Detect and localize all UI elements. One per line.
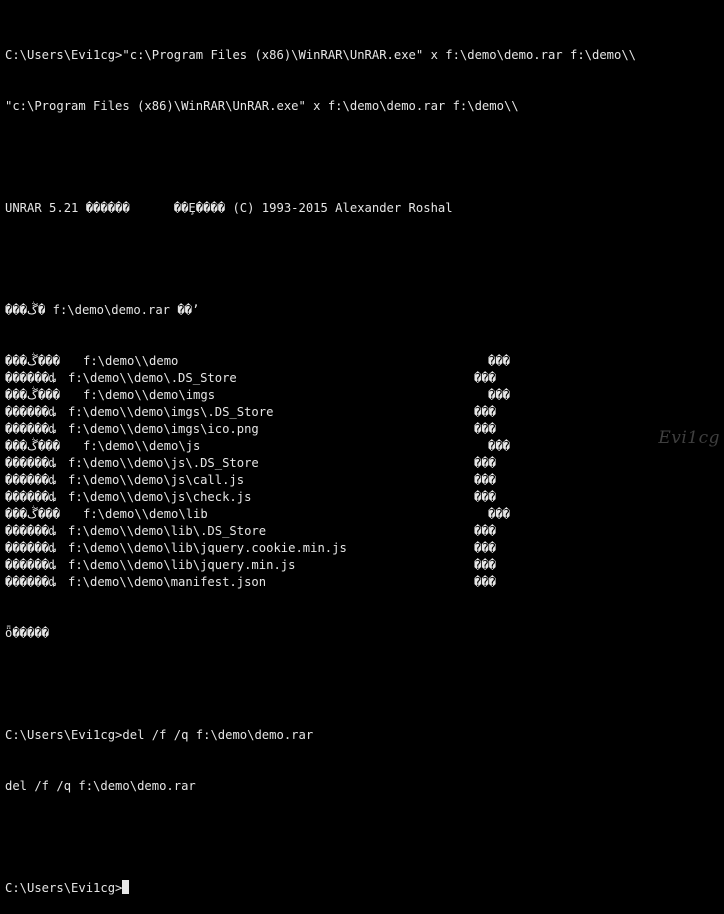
text-cursor [122,880,130,894]
command-echo-del: del /f /q f:\demo\demo.rar [5,779,196,793]
extraction-entry: ���ڴ��� f:\demo\\demo\js ��� [5,438,719,455]
extraction-entry: ���ڴ��� f:\demo\\demo ��� [5,353,719,370]
entry-status: ���ڴ��� [5,507,60,521]
prompt-text: C:\Users\Evi1cg> [5,881,123,895]
entry-result: ��� [474,456,497,470]
entry-path: f:\demo\\demo\js\.DS_Store [68,456,259,470]
all-ok-line: ȫ����� [5,626,50,640]
entry-result: ��� [474,524,497,538]
entry-result: ��� [474,575,497,589]
entry-status: ������ȡ [5,456,57,470]
entry-path: f:\demo\\demo\lib\.DS_Store [68,524,267,538]
entry-status: ���ڴ��� [5,388,60,402]
entry-result: ��� [474,490,497,504]
console-window[interactable]: C:\Users\Evi1cg> "c:\Program Files (x86)\… [5,13,719,914]
entry-status: ������ȡ [5,422,57,436]
extraction-entry: ������ȡ f:\demo\\demo\js\check.js ��� [5,489,719,506]
unrar-banner: UNRAR 5.21 ������ ��Ȩ���� (C) 1993-2015 … [5,201,453,215]
watermark: Evi1cg [658,428,720,448]
entry-status: ������ȡ [5,524,57,538]
entry-status: ������ȡ [5,558,57,572]
extraction-entry: ������ȡ f:\demo\\demo\manifest.json ��� [5,574,719,591]
extraction-entry: ������ȡ f:\demo\\demo\imgs\.DS_Store ��� [5,404,719,421]
entry-result: ��� [474,422,497,436]
entry-path: f:\demo\\demo\imgs\.DS_Store [68,405,274,419]
entry-path: f:\demo\\demo\js\call.js [68,473,245,487]
entry-status: ������ȡ [5,490,57,504]
entry-result: ��� [488,388,511,402]
entry-result: ��� [474,558,497,572]
command-echo-unrar: "c:\Program Files (x86)\WinRAR\UnRAR.exe… [5,99,519,113]
command-line-del: C:\Users\Evi1cg>del /f /q f:\demo\demo.r… [5,728,314,742]
extraction-list: ���ڴ��� f:\demo\\demo ��� ������ȡ f:\demo\\d… [5,353,719,591]
extraction-entry: ������ȡ f:\demo\\demo\lib\.DS_Store ��� [5,523,719,540]
entry-path: f:\demo\\demo\manifest.json [68,575,267,589]
entry-path: f:\demo\\demo\lib\jquery.min.js [68,558,296,572]
command-line-unrar: C:\Users\Evi1cg>"c:\Program Files (x86)\… [5,48,637,62]
entry-path: f:\demo\\demo\js\check.js [68,490,252,504]
entry-result: ��� [474,405,497,419]
entry-path: f:\demo\\demo\lib\jquery.cookie.min.js [68,541,347,555]
entry-status: ������ȡ [5,473,57,487]
entry-result: ��� [488,354,511,368]
extraction-entry: ������ȡ f:\demo\\demo\js\.DS_Store ��� [5,455,719,472]
archive-open-line: ���ڴ� f:\demo\demo.rar ��ʼ [5,303,200,317]
entry-result: ��� [488,507,511,521]
entry-status: ���ڴ��� [5,354,60,368]
entry-path: f:\demo\\demo\js [83,439,201,453]
entry-status: ������ȡ [5,405,57,419]
extraction-entry: ������ȡ f:\demo\\demo\lib\jquery.min.js ��… [5,557,719,574]
entry-result: ��� [488,439,511,453]
extraction-entry: ������ȡ f:\demo\\demo\lib\jquery.cookie.m… [5,540,719,557]
entry-status: ���ڴ��� [5,439,60,453]
entry-status: ������ȡ [5,371,57,385]
extraction-entry: ������ȡ f:\demo\\demo\js\call.js ��� [5,472,719,489]
entry-result: ��� [474,473,497,487]
entry-path: f:\demo\\demo [83,354,179,368]
entry-status: ������ȡ [5,541,57,555]
entry-result: ��� [474,371,497,385]
extraction-entry: ������ȡ f:\demo\\demo\.DS_Store ��� [5,370,719,387]
extraction-entry: ���ڴ��� f:\demo\\demo\lib ��� [5,506,719,523]
entry-path: f:\demo\\demo\.DS_Store [68,371,237,385]
entry-path: f:\demo\\demo\imgs\ico.png [68,422,259,436]
extraction-entry: ���ڴ��� f:\demo\\demo\imgs ��� [5,387,719,404]
current-prompt-line[interactable]: C:\Users\Evi1cg> [5,880,719,897]
entry-result: ��� [474,541,497,555]
entry-path: f:\demo\\demo\lib [83,507,208,521]
entry-status: ������ȡ [5,575,57,589]
extraction-entry: ������ȡ f:\demo\\demo\imgs\ico.png ��� [5,421,719,438]
entry-path: f:\demo\\demo\imgs [83,388,216,402]
